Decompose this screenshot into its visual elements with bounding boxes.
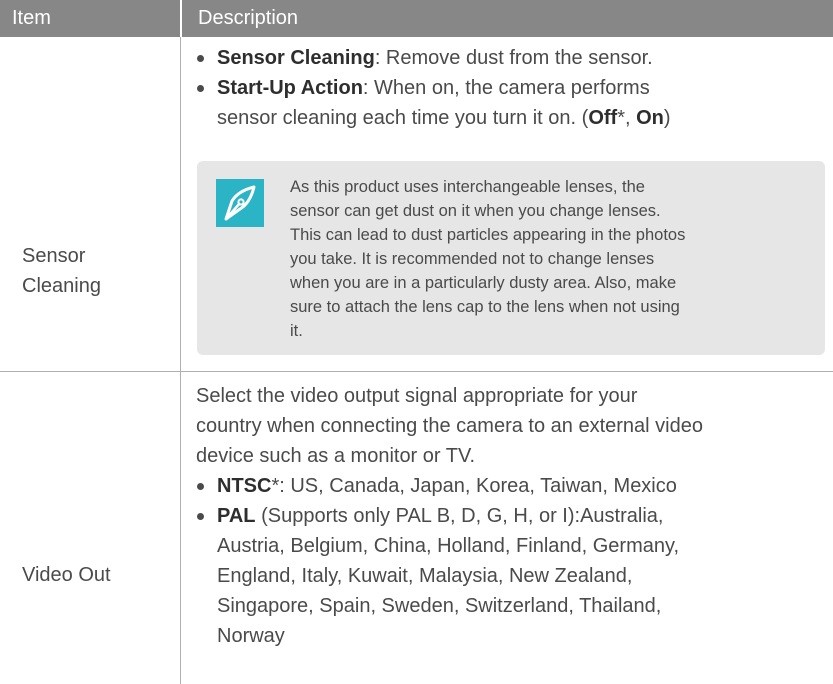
intro-line: device such as a monitor or TV. — [196, 445, 476, 467]
video-out-bullets: NTSC*: US, Canada, Japan, Korea, Taiwan,… — [196, 471, 679, 651]
column-divider — [180, 271, 181, 371]
note-box: As this product uses interchangeable len… — [197, 161, 825, 355]
pen-nib-icon — [216, 179, 264, 227]
sensor-bullets: Sensor Cleaning: Remove dust from the se… — [196, 43, 671, 133]
bullet-text: : Remove dust from the sensor. — [374, 47, 653, 69]
list-item: PAL (Supports only PAL B, D, G, H, or I)… — [196, 501, 679, 651]
list-item: NTSC*: US, Canada, Japan, Korea, Taiwan,… — [196, 471, 679, 501]
bullet-text: sensor cleaning each time you turn it on… — [217, 107, 589, 129]
bullet-text: : When on, the camera performs — [362, 77, 650, 99]
bullet-text: Singapore, Spain, Sweden, Switzerland, T… — [217, 595, 662, 617]
bullet-text: : US, Canada, Japan, Korea, Taiwan, Mexi… — [279, 475, 677, 497]
note-line: As this product uses interchangeable len… — [290, 178, 645, 196]
header-description: Description — [198, 7, 299, 29]
bullet-term: NTSC — [217, 475, 272, 497]
header-item: Item — [12, 7, 51, 29]
row-label-line: Sensor — [22, 245, 86, 267]
intro-line: country when connecting the camera to an… — [196, 415, 703, 437]
list-item: Start-Up Action: When on, the camera per… — [196, 73, 671, 133]
bullet-text: (Supports only PAL B, D, G, H, or I):Aus… — [255, 505, 664, 527]
column-divider — [180, 371, 181, 684]
close-paren: ) — [663, 107, 671, 129]
bullet-text: Norway — [217, 625, 285, 647]
row-divider — [0, 371, 833, 372]
header-divider — [180, 0, 182, 37]
video-out-intro: Select the video output signal appropria… — [196, 381, 826, 471]
bullet-icon — [197, 483, 204, 490]
bullet-icon — [197, 513, 204, 520]
table-header: Item Description — [0, 0, 833, 37]
note-line: sensor can get dust on it when you chang… — [290, 202, 661, 220]
bullet-term: Sensor Cleaning — [217, 47, 375, 69]
note-line: it. — [290, 322, 303, 340]
bullet-term: PAL — [217, 505, 256, 527]
note-line: This can lead to dust particles appearin… — [290, 226, 686, 244]
bullet-text: England, Italy, Kuwait, Malaysia, New Ze… — [217, 565, 633, 587]
row-label-line: Cleaning — [22, 275, 101, 297]
column-divider — [180, 37, 181, 271]
bullet-icon — [197, 85, 204, 92]
note-line: sure to attach the lens cap to the lens … — [290, 298, 680, 316]
list-item: Sensor Cleaning: Remove dust from the se… — [196, 43, 671, 73]
intro-line: Select the video output signal appropria… — [196, 385, 638, 407]
note-text: As this product uses interchangeable len… — [290, 175, 805, 343]
option-on: On — [636, 107, 664, 129]
row-label-video-out: Video Out — [22, 560, 111, 590]
row-label-sensor-cleaning: Sensor Cleaning — [22, 241, 101, 301]
bullet-text: Austria, Belgium, China, Holland, Finlan… — [217, 535, 680, 557]
bullet-icon — [197, 55, 204, 62]
note-line: when you are in a particularly dusty are… — [290, 274, 677, 292]
default-marker: * — [617, 107, 625, 129]
note-line: you take. It is recommended not to chang… — [290, 250, 655, 268]
option-off: Off — [588, 107, 618, 129]
row-label-line: Video Out — [22, 564, 111, 586]
separator: , — [625, 107, 637, 129]
bullet-term: Start-Up Action — [217, 77, 363, 99]
